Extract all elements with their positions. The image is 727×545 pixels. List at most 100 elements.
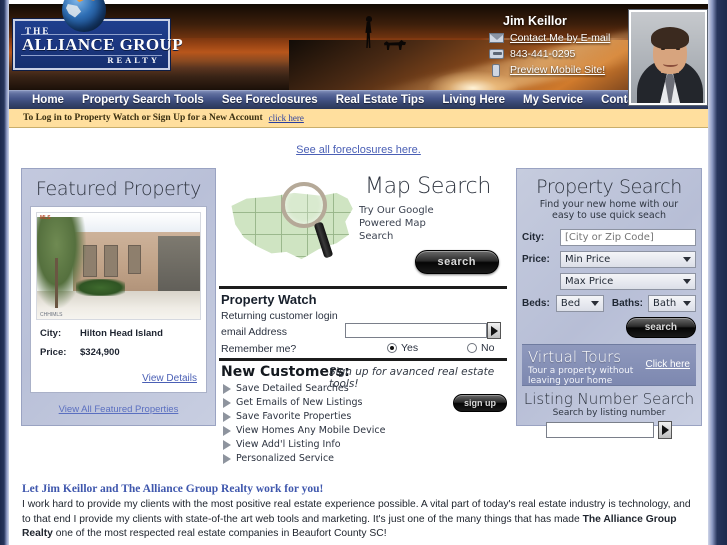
property-watch-title: Property Watch	[221, 292, 317, 307]
page-root: THE ALLIANCE GROUP REALTY Jim Keillor Co…	[0, 0, 727, 545]
main-panels: Featured Property MLS CHHIMLS City: Hilt…	[9, 168, 708, 464]
agent-email-row[interactable]: Contact Me by E-mail	[488, 31, 625, 45]
sign-up-button[interactable]: sign up	[453, 394, 507, 412]
benefit-label: Save Detailed Searches	[236, 383, 349, 394]
property-image-window-3	[128, 244, 142, 275]
property-search-button-wrap: search	[522, 317, 696, 338]
agent-email-link[interactable]: Contact Me by E-mail	[510, 32, 610, 44]
logo-main-text: ALLIANCE GROUP	[22, 35, 183, 54]
virtual-tours-subtitle-line2: leaving your home	[528, 376, 613, 386]
page-left-border	[0, 0, 9, 545]
property-watch-submit-button[interactable]	[487, 322, 501, 339]
arrow-icon	[223, 397, 231, 408]
photo-hair	[651, 27, 689, 49]
beds-label: Beds:	[522, 298, 550, 309]
property-image-shrubs	[76, 278, 125, 296]
baths-select[interactable]: Bath	[648, 295, 696, 312]
view-all-featured-properties-link[interactable]: View All Featured Properties	[59, 404, 179, 415]
featured-property-card: MLS CHHIMLS City: Hilton Head Island Pri…	[30, 206, 207, 393]
nav-item-home[interactable]: Home	[23, 94, 73, 106]
featured-price-row: Price: $324,900	[36, 347, 201, 358]
agent-mobile-row[interactable]: Preview Mobile Site!	[488, 63, 625, 77]
chevron-down-icon	[683, 257, 691, 262]
baths-label: Baths:	[611, 298, 643, 309]
nav-item-living-here[interactable]: Living Here	[433, 94, 514, 106]
map-search-title: Map Search	[364, 174, 491, 199]
listing-number-input[interactable]	[546, 422, 654, 438]
see-all-foreclosures-link[interactable]: See all foreclosures here.	[296, 144, 421, 156]
photo-smile	[663, 61, 678, 67]
benefit-label: View Homes Any Mobile Device	[236, 425, 386, 436]
intro-heading: Let Jim Keillor and The Alliance Group R…	[22, 483, 324, 495]
city-input[interactable]	[560, 229, 696, 246]
property-image-garage	[157, 236, 200, 296]
benefit-label: Get Emails of New Listings	[236, 397, 363, 408]
virtual-tours-subtitle-line1: Tour a property without	[528, 366, 634, 376]
arrow-icon	[223, 425, 231, 436]
center-column: Map Search Try Our Google Powered Map Se…	[219, 168, 509, 464]
page-right-border	[708, 0, 727, 545]
featured-price-value: $324,900	[80, 347, 120, 358]
nav-item-real-estate-tips[interactable]: Real Estate Tips	[327, 94, 434, 106]
listing-number-search-row	[522, 421, 696, 439]
nav-item-see-foreclosures[interactable]: See Foreclosures	[213, 94, 327, 106]
remember-me-no-option[interactable]: No	[467, 342, 494, 354]
benefits-column-left: Save Detailed Searches Get Emails of New…	[223, 382, 363, 424]
logo-realty-text: REALTY	[107, 55, 160, 65]
agent-contact-block: Jim Keillor Contact Me by E-mail 843-441…	[470, 14, 625, 84]
virtual-tours-click-here-link[interactable]: Click here	[646, 359, 690, 370]
city-row: City:	[522, 229, 696, 246]
agent-name: Jim Keillor	[503, 14, 567, 28]
benefit-item: View Add'l Listing Info	[223, 438, 363, 451]
remember-me-yes-option[interactable]: Yes	[387, 342, 418, 354]
benefit-item: Get Emails of New Listings	[223, 396, 363, 409]
agent-phone-number: 843-441-0295	[510, 48, 576, 60]
property-search-subtitle: Find your new home with our easy to use …	[522, 199, 696, 221]
featured-property-panel: Featured Property MLS CHHIMLS City: Hilt…	[21, 168, 216, 426]
beds-baths-row: Beds: Bed Baths: Bath	[522, 295, 696, 312]
remember-me-yes-radio[interactable]	[387, 343, 397, 353]
min-price-select[interactable]: Min Price	[560, 251, 696, 268]
min-price-value: Min Price	[565, 254, 611, 265]
map-search-button[interactable]: search	[414, 250, 499, 274]
divider-top	[219, 286, 507, 289]
arrow-icon	[223, 383, 231, 394]
property-search-subtitle-line1: Find your new home with our	[539, 199, 679, 210]
chevron-down-icon	[590, 301, 599, 306]
property-search-title: Property Search	[536, 176, 682, 198]
remember-me-no-label: No	[481, 342, 495, 354]
view-details-link[interactable]: View Details	[142, 373, 197, 384]
price-label: Price:	[522, 254, 550, 265]
property-watch-email-input[interactable]	[345, 323, 487, 338]
remember-me-no-radio[interactable]	[467, 343, 477, 353]
max-price-row: Max Price	[522, 273, 696, 290]
agent-mobile-site-link[interactable]: Preview Mobile Site!	[510, 64, 605, 76]
listing-number-search-subtitle: Search by listing number	[552, 408, 666, 418]
listing-number-submit-button[interactable]	[658, 421, 672, 439]
beds-value: Bed	[560, 298, 581, 309]
divider-bottom	[219, 358, 507, 361]
arrow-icon	[223, 439, 231, 450]
property-image-mls-caption: CHHIMLS	[40, 312, 63, 318]
max-price-select[interactable]: Max Price	[560, 273, 696, 290]
banner-person-silhouette	[364, 16, 373, 48]
nav-item-my-service[interactable]: My Service	[514, 94, 592, 106]
featured-city-row: City: Hilton Head Island	[36, 328, 201, 339]
property-search-button[interactable]: search	[625, 317, 696, 338]
featured-property-image[interactable]: MLS CHHIMLS	[36, 212, 201, 320]
agent-photo	[629, 10, 707, 105]
login-banner-click-here-link[interactable]: click here	[269, 113, 304, 123]
main-navigation: Home Property Search Tools See Foreclosu…	[9, 90, 708, 109]
featured-price-label: Price:	[40, 347, 67, 358]
chevron-down-icon	[683, 301, 691, 306]
beds-select[interactable]: Bed	[555, 295, 604, 312]
remember-me-yes-label: Yes	[401, 342, 419, 354]
map-search-button-wrap: search	[414, 250, 499, 274]
property-image-window-2	[103, 244, 119, 277]
benefit-item: Save Favorite Properties	[223, 410, 363, 423]
benefit-item: Save Detailed Searches	[223, 382, 363, 395]
nav-item-property-search-tools[interactable]: Property Search Tools	[73, 94, 213, 106]
arrow-icon	[223, 453, 231, 464]
city-label: City:	[522, 232, 545, 243]
property-watch-email-label: email Address	[221, 326, 287, 338]
